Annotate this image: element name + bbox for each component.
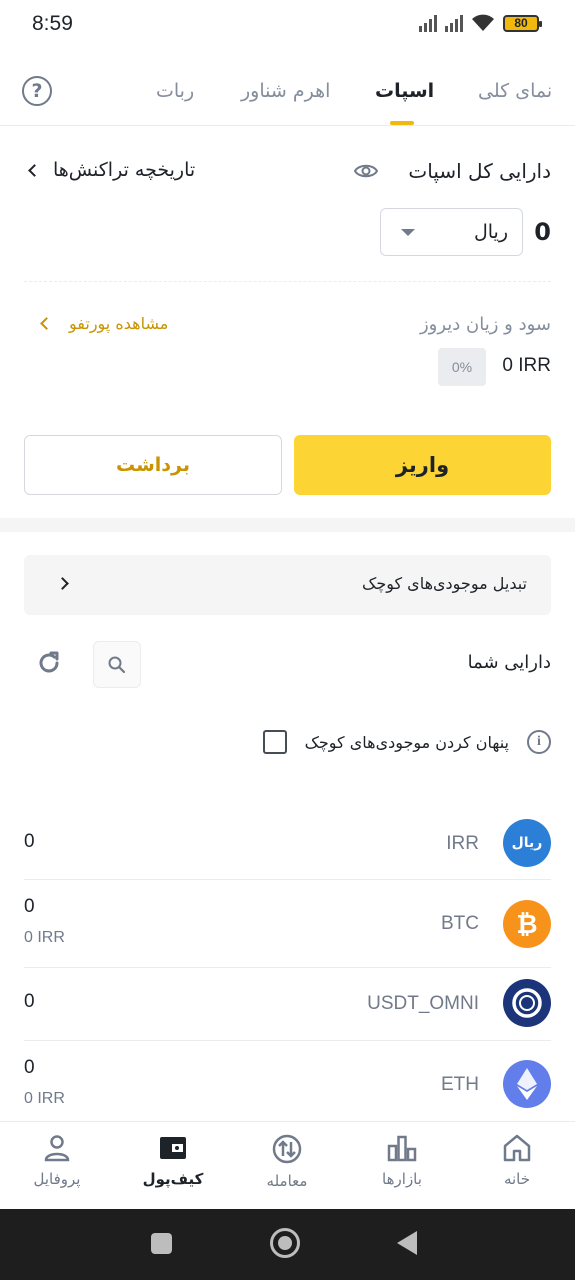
battery-icon: 80 xyxy=(503,14,542,32)
your-assets-title: دارایی شما xyxy=(467,652,551,673)
status-time: 8:59 xyxy=(32,12,73,35)
bitcoin-icon: ₿ xyxy=(503,900,551,948)
nav-profile[interactable]: پروفایل xyxy=(12,1134,102,1188)
section-separator xyxy=(0,518,575,532)
asset-symbol: IRR xyxy=(446,833,479,854)
tab-spot[interactable]: اسپات xyxy=(375,80,434,102)
transaction-history-link[interactable]: تاریخچه تراکنش‌ها xyxy=(28,159,196,181)
search-icon xyxy=(108,656,126,673)
trade-icon xyxy=(272,1134,302,1164)
pnl-label: سود و زیان دیروز xyxy=(419,314,551,335)
asset-fiat-value: 0 IRR xyxy=(24,1090,65,1107)
signal-icon-2 xyxy=(445,14,463,32)
hide-small-balances-checkbox[interactable] xyxy=(262,730,287,754)
deposit-button[interactable]: واریز xyxy=(294,435,551,495)
nav-label: خانه xyxy=(503,1170,531,1188)
pnl-value: 0 IRR xyxy=(502,355,551,376)
nav-label: پروفایل xyxy=(33,1170,81,1188)
chevron-down-icon xyxy=(401,228,415,236)
chevron-left-icon xyxy=(40,317,53,330)
status-icons: 80 xyxy=(419,14,542,32)
currency-select[interactable]: ریال xyxy=(380,208,523,256)
active-tab-indicator xyxy=(390,121,414,125)
wifi-icon xyxy=(472,14,494,31)
rial-icon: ریال xyxy=(503,819,551,867)
tab-margin[interactable]: اهرم شناور xyxy=(241,80,330,102)
asset-symbol: BTC xyxy=(441,913,479,934)
total-spot-label: دارایی کل اسپات xyxy=(408,159,551,183)
nav-label: معامله xyxy=(266,1172,308,1190)
asset-row-eth[interactable]: 0 0 IRR ETH xyxy=(24,1041,551,1121)
status-bar: 8:59 80 xyxy=(0,0,575,52)
nav-label: کیف‌پول xyxy=(142,1170,204,1188)
help-icon[interactable]: ? xyxy=(22,76,52,106)
asset-symbol: USDT_OMNI xyxy=(367,993,479,1014)
header-tabs: ? ربات اهرم شناور اسپات نمای کلی xyxy=(0,52,575,126)
home-button-icon[interactable] xyxy=(270,1228,300,1258)
ethereum-icon xyxy=(503,1060,551,1108)
rial-icon-text: ریال xyxy=(511,835,543,851)
back-icon[interactable] xyxy=(397,1231,417,1255)
home-icon xyxy=(503,1134,531,1162)
tab-robot[interactable]: ربات xyxy=(156,80,194,102)
tab-overview[interactable]: نمای کلی xyxy=(478,80,552,102)
hide-small-balances-label: پنهان کردن موجودی‌های کوچک xyxy=(304,732,509,752)
nav-trade[interactable]: معامله xyxy=(242,1134,332,1190)
refresh-button[interactable] xyxy=(34,648,64,678)
convert-small-balances-label: تبدیل موجودی‌های کوچک xyxy=(362,574,527,593)
view-portfolio-label: مشاهده پورتفو xyxy=(69,314,169,333)
asset-row-usdt-omni[interactable]: 0 USDT_OMNI xyxy=(24,968,551,1041)
pnl-percent-badge: 0% xyxy=(438,348,486,386)
asset-row-irr[interactable]: 0 IRR ریال xyxy=(24,805,551,880)
bottom-nav: پروفایل کیف‌پول معامله بازارها خانه xyxy=(0,1121,575,1209)
markets-icon xyxy=(387,1135,417,1162)
nav-home[interactable]: خانه xyxy=(472,1134,562,1188)
asset-amount: 0 xyxy=(24,1057,35,1078)
profile-icon xyxy=(44,1135,70,1162)
total-balance-value: 0 xyxy=(534,218,551,246)
info-icon[interactable]: i xyxy=(527,730,551,754)
search-button[interactable] xyxy=(93,641,141,688)
transaction-history-label: تاریخچه تراکنش‌ها xyxy=(53,159,196,181)
omni-icon xyxy=(503,979,551,1027)
view-portfolio-link[interactable]: مشاهده پورتفو xyxy=(40,314,169,333)
withdraw-button[interactable]: برداشت xyxy=(24,435,282,495)
asset-amount: 0 xyxy=(24,896,35,917)
wallet-icon xyxy=(160,1137,186,1159)
convert-small-balances-row[interactable]: تبدیل موجودی‌های کوچک xyxy=(24,555,551,615)
asset-fiat-value: 0 IRR xyxy=(24,929,65,946)
bitcoin-icon-text: ₿ xyxy=(516,909,538,940)
eye-icon[interactable] xyxy=(354,162,378,180)
currency-selected: ریال xyxy=(473,221,508,243)
asset-symbol: ETH xyxy=(441,1074,479,1095)
recents-icon[interactable] xyxy=(151,1233,172,1254)
asset-amount: 0 xyxy=(24,831,35,852)
nav-wallet[interactable]: کیف‌پول xyxy=(128,1134,218,1188)
refresh-icon xyxy=(39,651,59,673)
asset-amount: 0 xyxy=(24,991,35,1012)
nav-label: بازارها xyxy=(382,1170,422,1188)
battery-level: 80 xyxy=(514,16,528,30)
chevron-right-icon xyxy=(56,577,69,590)
spot-summary-card: دارایی کل اسپات تاریخچه تراکنش‌ها 0 ریال… xyxy=(0,126,575,518)
system-nav-bar xyxy=(0,1209,575,1280)
signal-icon xyxy=(419,14,437,32)
nav-markets[interactable]: بازارها xyxy=(357,1134,447,1188)
chevron-left-icon xyxy=(28,163,41,177)
divider xyxy=(24,281,551,282)
hide-small-balances-row: پنهان کردن موجودی‌های کوچک i xyxy=(262,730,551,754)
asset-row-btc[interactable]: 0 0 IRR BTC ₿ xyxy=(24,880,551,968)
